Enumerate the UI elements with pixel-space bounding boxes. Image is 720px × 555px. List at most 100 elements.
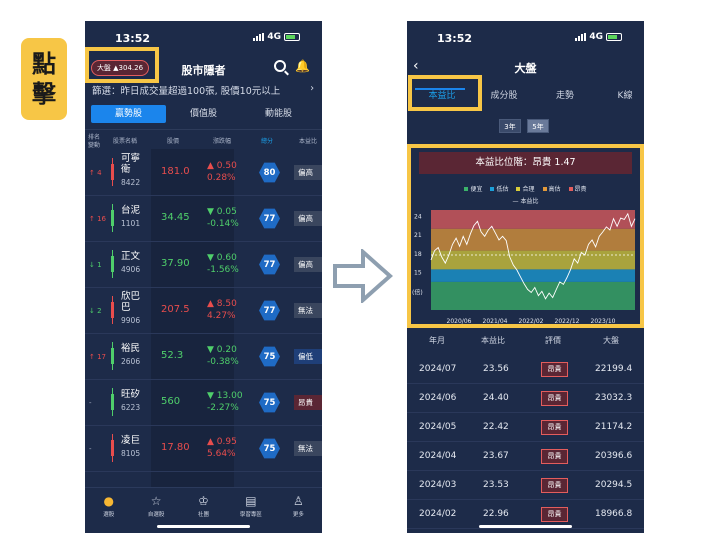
crown-icon: ♔ — [198, 494, 209, 508]
change-amount: ▼ 0.20 — [207, 345, 237, 355]
table-row[interactable]: ↓ 1 正文 4906 37.90 ▼ 0.60 -1.56% 77 偏高 — [85, 242, 322, 288]
market-tabs: 本益比 成分股 走勢 K線 — [407, 82, 644, 108]
table-row[interactable]: 2024/07 23.56 昂貴 22199.4 — [407, 355, 644, 384]
app-title: 股市隱者 — [181, 64, 226, 77]
row-year-month: 2024/03 — [419, 480, 457, 490]
signal-icon — [253, 33, 265, 41]
nav-label: 更多 — [292, 512, 304, 518]
stock-price: 17.80 — [161, 442, 190, 453]
row-pe: 24.40 — [483, 393, 509, 403]
table-row[interactable]: ↓ 2 欣巴巴 9906 207.5 ▲ 8.50 4.27% 77 無法 — [85, 288, 322, 334]
tab-value[interactable]: 價值股 — [166, 105, 241, 123]
bell-icon[interactable]: 🔔 — [295, 59, 310, 73]
stock-price: 52.3 — [161, 350, 184, 361]
table-row[interactable]: 2024/05 22.42 昂貴 21174.2 — [407, 413, 644, 442]
row-eval-badge: 昂貴 — [541, 478, 568, 493]
row-pe: 23.67 — [483, 451, 509, 461]
table-row[interactable]: - 凌巨 8105 17.80 ▲ 0.95 5.64% 75 無法 — [85, 426, 322, 472]
chart-title: 本益比位階：昂貴 1.47 — [419, 152, 632, 174]
candle-body — [111, 440, 114, 456]
rank-change: ↓ 1 — [89, 261, 102, 269]
col-index: 大盤 — [603, 336, 619, 345]
table-row[interactable]: 2024/04 23.67 昂貴 20396.6 — [407, 442, 644, 471]
legend-overvalued: 高估 — [542, 184, 561, 193]
chevron-right-icon: › — [310, 83, 314, 94]
score-hexagon: 75 — [259, 438, 280, 459]
table-row[interactable]: - 旺矽 6223 560 ▼ 13.00 -2.27% 75 昂貴 — [85, 380, 322, 426]
stock-name: 欣巴巴 — [121, 291, 141, 313]
stock-code: 8422 — [121, 178, 141, 187]
table-header: 排名 變動 股票名稱 股價 漲跌幅 總分 本益比 — [85, 129, 322, 149]
search-icon[interactable] — [274, 60, 286, 72]
table-row[interactable]: ↑ 16 台泥 1101 34.45 ▼ 0.05 -0.14% 77 偏高 — [85, 196, 322, 242]
status-time: 13:52 — [115, 32, 151, 45]
pe-eval-badge: 無法 — [294, 303, 322, 318]
tab-momentum[interactable]: 動能股 — [241, 105, 316, 123]
col-year-month: 年月 — [429, 336, 445, 345]
legend-fair: 合理 — [516, 184, 535, 193]
col-change[interactable]: 漲跌幅 — [213, 136, 231, 145]
stock-code: 8105 — [121, 449, 141, 458]
tab-winning[interactable]: 贏勢股 — [91, 105, 166, 123]
table-row[interactable]: 2024/03 23.53 昂貴 20294.5 — [407, 471, 644, 500]
col-pe[interactable]: 本益比 — [299, 136, 317, 145]
table-row[interactable]: ↑ 4 可寧衛 8422 181.0 ▲ 0.50 0.28% 80 偏高 — [85, 150, 322, 196]
stock-price: 560 — [161, 396, 181, 407]
col-rank-change: 變動 — [88, 142, 101, 149]
rank-change: ↑ 17 — [89, 353, 106, 361]
stock-name: 台泥 — [121, 205, 141, 216]
candle-body — [111, 210, 114, 226]
phone-screen-market-pe: 13:52 4G ‹ 大盤 本益比 成分股 走勢 K線 3年 5年 本益比位階：… — [407, 21, 644, 533]
row-eval-badge: 昂貴 — [541, 391, 568, 406]
tab-components[interactable]: 成分股 — [479, 88, 529, 101]
candle-body — [111, 302, 114, 318]
change-percent: -0.38% — [207, 357, 239, 367]
tab-kline[interactable]: K線 — [600, 88, 644, 101]
network-label: 4G — [267, 32, 281, 42]
range-3y-button[interactable]: 3年 — [499, 119, 521, 133]
signal-icon — [575, 33, 587, 41]
stock-name: 裕民 — [121, 343, 141, 354]
change-percent: 5.64% — [207, 449, 236, 459]
change-amount: ▲ 8.50 — [207, 299, 237, 309]
rank-change: - — [89, 399, 92, 407]
col-score[interactable]: 總分 — [261, 136, 273, 145]
filter-description[interactable]: 篩選：昨日成交量超過100張, 股價10元以上 › — [85, 83, 322, 99]
nav-label: 選股 — [103, 512, 115, 518]
range-5y-button[interactable]: 5年 — [527, 119, 549, 133]
row-pe: 23.56 — [483, 364, 509, 374]
star-icon: ☆ — [150, 494, 162, 508]
bulb-icon: ● — [103, 494, 114, 508]
pe-chart-panel: 本益比位階：昂貴 1.47 便宜 低估 合理 高估 昂貴 — 本益比 24 21 1… — [407, 144, 644, 328]
table-row[interactable]: 2024/06 24.40 昂貴 23032.3 — [407, 384, 644, 413]
pe-eval-badge: 無法 — [294, 441, 322, 456]
tab-trend[interactable]: 走勢 — [540, 88, 590, 101]
book-icon: ▤ — [245, 494, 257, 508]
legend-undervalued: 低估 — [490, 184, 508, 193]
row-year-month: 2024/06 — [419, 393, 457, 403]
stock-price: 37.90 — [161, 258, 190, 269]
x-tick-label: 2020/06 — [447, 318, 472, 325]
change-percent: 4.27% — [207, 311, 236, 321]
filter-text: 篩選：昨日成交量超過100張, 股價10元以上 — [92, 86, 281, 97]
x-tick-label: 2022/02 — [519, 318, 544, 325]
hint-char-2: 擊 — [32, 80, 56, 108]
col-name[interactable]: 股票名稱 — [113, 136, 137, 145]
col-price[interactable]: 股價 — [167, 136, 179, 145]
hint-char-1: 點 — [32, 50, 56, 78]
nav-stock-picker[interactable]: ● 選股 — [85, 488, 132, 533]
score-hexagon: 75 — [259, 346, 280, 367]
network-label: 4G — [589, 32, 603, 42]
row-year-month: 2024/07 — [419, 364, 457, 374]
table-row[interactable]: ↑ 17 裕民 2606 52.3 ▼ 0.20 -0.38% 75 偏低 — [85, 334, 322, 380]
x-tick-label: 2023/10 — [591, 318, 616, 325]
home-indicator — [479, 525, 572, 528]
table-header: 年月 本益比 評價 大盤 — [407, 333, 644, 349]
stock-price: 207.5 — [161, 304, 190, 315]
col-eval: 評價 — [545, 336, 561, 345]
pe-eval-badge: 偏低 — [294, 349, 322, 364]
user-icon: ♙ — [292, 494, 304, 508]
y-axis-label: (倍) — [412, 288, 423, 296]
legend-expensive: 昂貴 — [568, 184, 587, 193]
nav-more[interactable]: ♙ 更多 — [275, 488, 322, 533]
